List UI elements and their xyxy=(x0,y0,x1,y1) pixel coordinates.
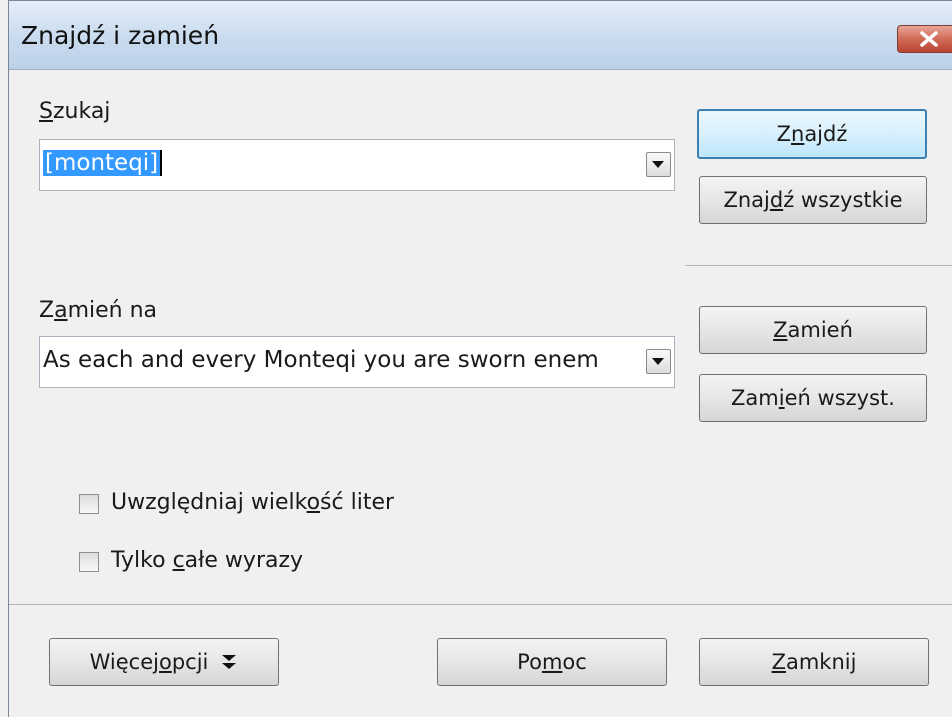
replace-input[interactable]: As each and every Monteqi you are sworn … xyxy=(43,347,637,373)
chevron-down-icon[interactable] xyxy=(646,152,671,177)
bottom-separator xyxy=(9,604,952,605)
help-button[interactable]: Po m oc xyxy=(437,638,667,686)
chevron-down-icon[interactable] xyxy=(646,349,671,374)
title-bar: Znajdź i zamień xyxy=(9,1,952,70)
match-case-checkbox[interactable] xyxy=(79,494,99,514)
close-window-button[interactable] xyxy=(897,25,952,53)
replace-all-button[interactable]: Zam i eń wszyst. xyxy=(699,374,927,422)
close-button[interactable]: Zamknij xyxy=(699,638,929,686)
close-icon xyxy=(920,31,938,47)
find-all-button[interactable]: Znaj d ź wszystkie xyxy=(699,176,927,224)
match-case-label[interactable]: Uwzględniaj wielkość liter xyxy=(111,490,394,515)
replace-button[interactable]: Zamień xyxy=(699,306,927,354)
find-button[interactable]: Zn ajdź xyxy=(697,109,927,159)
more-options-button[interactable]: Więcej o pcji xyxy=(49,638,279,686)
search-combobox[interactable]: [monteqi] xyxy=(39,139,675,191)
whole-words-label[interactable]: Tylko całe wyrazy xyxy=(111,548,303,573)
whole-words-checkbox[interactable] xyxy=(79,552,99,572)
double-chevron-down-icon xyxy=(222,655,237,669)
find-replace-dialog: Znajdź i zamień Szukaj [monteqi] Zamień … xyxy=(8,0,952,717)
search-label: Szukaj xyxy=(39,99,111,124)
separator xyxy=(685,265,952,266)
replace-combobox[interactable]: As each and every Monteqi you are sworn … xyxy=(39,336,675,388)
window-title: Znajdź i zamień xyxy=(21,21,220,50)
replace-label: Zamień na xyxy=(39,298,158,323)
search-input[interactable]: [monteqi] xyxy=(43,150,163,176)
